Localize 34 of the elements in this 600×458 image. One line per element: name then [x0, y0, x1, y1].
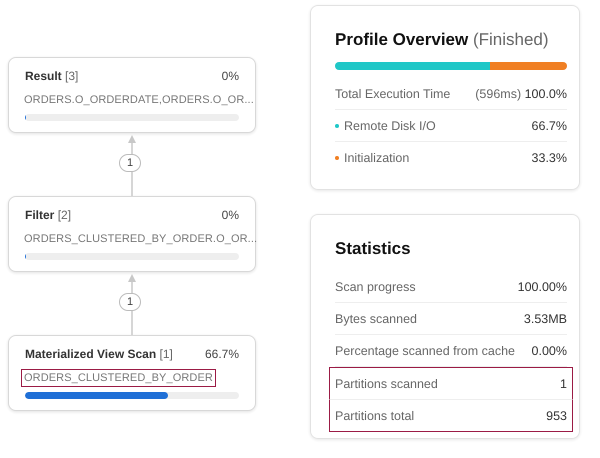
plan-node-card[interactable]: Result [3] 0% ORDERS.O_ORDERDATE,ORDERS.O_OR...	[8, 57, 256, 133]
node-detail: ORDERS.O_ORDERDATE,ORDERS.O_OR...	[23, 93, 255, 108]
plan-node-card[interactable]: Filter [2] 0% ORDERS_CLUSTERED_BY_ORDER.O_OR...	[8, 196, 256, 272]
plan-node-card[interactable]: Materialized View Scan [1] 66.7% ORDERS_CLUSTERED_BY_ORDER	[8, 335, 256, 411]
node-detail: ORDERS_CLUSTERED_BY_ORDER.O_OR...	[23, 232, 258, 247]
stat-label: Bytes scanned	[335, 312, 417, 326]
metric-value: 66.7%	[532, 118, 567, 132]
metric-label: Remote Disk I/O	[344, 118, 436, 132]
edge-arrow	[128, 274, 136, 335]
node-title: Result [3]	[25, 69, 78, 83]
stat-value: 0.00%	[532, 344, 567, 358]
row-count-badge: 1	[119, 293, 142, 311]
stat-value: 953	[546, 408, 567, 422]
total-label: Total Execution Time	[335, 86, 450, 100]
node-percent: 66.7%	[204, 347, 239, 361]
node-percent: 0%	[222, 208, 239, 222]
stat-label: Partitions total	[335, 408, 414, 422]
card-title: Profile Overview (Finished)	[335, 30, 550, 50]
row-count-badge: 1	[119, 154, 142, 172]
total-value: (596ms) 100.0%	[475, 86, 567, 100]
stat-label: Percentage scanned from cache	[335, 344, 515, 358]
card-title: Statistics	[335, 239, 412, 259]
metric-label: Initialization	[344, 150, 410, 164]
stat-label: Scan progress	[335, 280, 416, 294]
metric-value: 33.3%	[532, 150, 567, 164]
stat-value: 3.53MB	[524, 312, 567, 326]
edge-arrow	[128, 135, 136, 196]
node-percent: 0%	[222, 69, 239, 83]
node-title: Filter [2]	[25, 208, 72, 222]
stat-value: 100.00%	[518, 280, 567, 294]
stat-label: Partitions scanned	[335, 376, 438, 390]
stat-value: 1	[560, 376, 567, 390]
node-detail: ORDERS_CLUSTERED_BY_ORDER	[21, 369, 216, 387]
node-title: Materialized View Scan [1]	[25, 347, 173, 361]
